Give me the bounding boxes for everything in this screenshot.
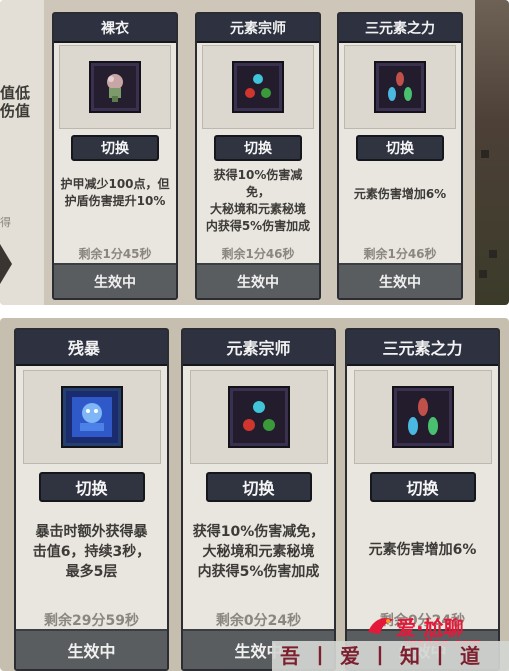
remaining-time: 剩余29分59秒 [44,613,139,629]
buff-card-brutality: 残暴 切换 暴击时额外获得暴 击值6，持续3秒， 最多5层 剩余29分59秒 生… [14,328,169,671]
buff-card-three-elements: 三元素之力 切换 元素伤害增加6% 剩余1分46秒 生效中 [337,12,463,300]
three-elements-icon [376,63,424,111]
left-cutoff-fragment: 值低 伤值 得 [0,0,44,305]
top-buff-panel: 值低 伤值 得 裸衣 切换 护甲减少100点，但 护盾伤害提升10% 剩余1分4… [0,0,509,305]
remaining-time: 剩余1分45秒 [78,247,152,261]
active-status-button[interactable]: 生效中 [54,263,176,298]
icon-slot [202,45,314,129]
icon-slot [22,370,161,464]
icon-slot [189,370,328,464]
watermark-bar-text: 吾丨爱丨知丨道 [280,644,490,668]
switch-button[interactable]: 切换 [205,472,312,502]
element-master-icon [229,388,288,446]
bird-logo-icon [368,618,394,634]
icon-slot [344,45,456,129]
card-title: 三元素之力 [347,330,498,366]
card-title: 元素宗师 [183,330,334,366]
card-title: 元素宗师 [197,14,319,43]
three-elements-icon [393,388,452,446]
card-title: 裸衣 [54,14,176,43]
card-description: 护甲减少100点，但 护盾伤害提升10% [60,177,170,208]
switch-button[interactable]: 切换 [38,472,145,502]
card-description: 元素伤害增加6% [353,187,447,201]
icon-slot [353,370,492,464]
card-description: 获得10%伤害减免， 大秘境和元素秘境 内获得5%伤害加成 [192,524,325,580]
robe-icon [91,63,139,111]
brutality-icon [62,388,121,446]
card-title: 三元素之力 [339,14,461,43]
switch-button[interactable]: 切换 [369,472,476,502]
buff-card-robe: 裸衣 切换 护甲减少100点，但 护盾伤害提升10% 剩余1分45秒 生效中 [52,12,178,300]
icon-slot [59,45,171,129]
card-description: 元素伤害增加6% [368,542,477,558]
active-status-button[interactable]: 生效中 [339,263,461,298]
background-scenery [475,0,509,305]
active-status-button[interactable]: 生效中 [16,629,167,669]
card-description: 获得10%伤害减免， 大秘境和元素秘境 内获得5%伤害加成 [205,168,311,233]
remaining-time: 剩余1分46秒 [363,247,437,261]
switch-button[interactable]: 切换 [71,135,159,161]
card-title: 残暴 [16,330,167,366]
buff-card-element-master: 元素宗师 切换 获得10%伤害减免， 大秘境和元素秘境 内获得5%伤害加成 剩余… [195,12,321,300]
site-watermark: 爱·尬聊 igaliao.com 吾丨爱丨知丨道 [272,612,509,671]
card-description: 暴击时额外获得暴 击值6，持续3秒， 最多5层 [32,524,151,580]
switch-button[interactable]: 切换 [356,135,444,161]
fragment-text: 得 [0,216,11,229]
arrow-fragment-icon [0,244,12,284]
switch-button[interactable]: 切换 [214,135,302,161]
remaining-time: 剩余1分46秒 [221,247,295,261]
element-master-icon [234,63,282,111]
active-status-button[interactable]: 生效中 [197,263,319,298]
fragment-text: 伤值 [0,102,31,120]
